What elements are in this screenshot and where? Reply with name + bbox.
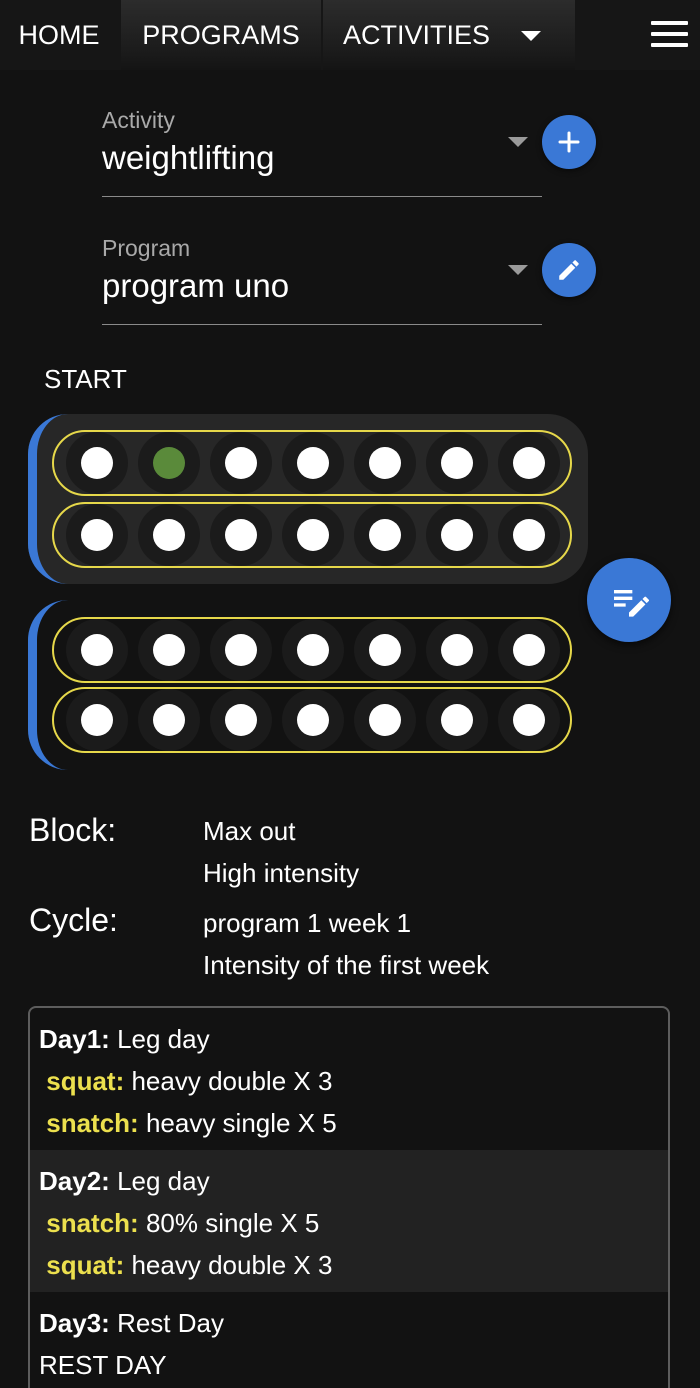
day-dot[interactable] [354,689,416,751]
exercise-name: squat: [46,1250,125,1280]
day-name: Rest Day [117,1308,224,1338]
day-dot[interactable] [282,504,344,566]
day-note: REST DAY [39,1350,167,1380]
day-title: Day3: [39,1308,110,1338]
exercise-name: snatch: [46,1108,139,1138]
day-title: Day1: [39,1024,110,1054]
day-dot[interactable] [210,504,272,566]
program-label: Program [102,235,191,261]
tab-activities-label: ACTIVITIES [343,19,491,50]
day-list: Day1: Leg day squat: heavy double X 3 sn… [28,1006,670,1388]
activity-select[interactable]: Activity weightlifting [102,107,542,197]
day-dot-completed[interactable] [138,432,200,494]
day-dot[interactable] [66,689,128,751]
week-row [52,617,572,683]
program-value: program uno [102,267,290,304]
day-dot[interactable] [66,432,128,494]
day-dot[interactable] [354,432,416,494]
hamburger-menu-icon[interactable] [651,21,688,47]
program-select[interactable]: Program program uno [102,235,542,325]
day-dot[interactable] [498,689,560,751]
cycle-description: Intensity of the first week [203,950,490,980]
exercise-detail: 80% single X 5 [145,1208,320,1238]
day-dot[interactable] [498,504,560,566]
week-row [52,687,572,753]
cycle-label: Cycle: [29,902,118,938]
exercise-name: squat: [46,1066,125,1096]
cycle-name: program 1 week 1 [203,908,412,938]
day-dot[interactable] [210,432,272,494]
day-dot[interactable] [426,432,488,494]
chevron-down-icon[interactable] [521,31,541,41]
block-label: Block: [29,812,117,848]
block-description: High intensity [203,858,360,888]
day-dot[interactable] [282,689,344,751]
tab-programs[interactable]: PROGRAMS [121,0,321,70]
day-dot[interactable] [426,504,488,566]
day-name: Leg day [117,1024,210,1054]
week-row [52,430,572,496]
plus-icon [558,131,580,153]
day-dot[interactable] [138,689,200,751]
day-dot[interactable] [354,504,416,566]
day-dot[interactable] [138,504,200,566]
edit-list-icon [614,590,649,617]
day-dot[interactable] [138,619,200,681]
day-dot[interactable] [210,619,272,681]
day-dot[interactable] [426,689,488,751]
start-label: START [44,364,127,394]
list-item[interactable]: Day1: Leg day squat: heavy double X 3 sn… [30,1008,668,1150]
activity-label: Activity [102,107,175,133]
activity-value: weightlifting [102,139,275,176]
day-dot[interactable] [282,619,344,681]
day-dot[interactable] [426,619,488,681]
day-dot[interactable] [498,432,560,494]
exercise-detail: heavy double X 3 [131,1250,333,1280]
day-name: Leg day [117,1166,210,1196]
day-dot[interactable] [498,619,560,681]
day-dot[interactable] [210,689,272,751]
week-row [52,502,572,568]
chevron-down-icon[interactable] [508,265,528,275]
block-name: Max out [203,816,296,846]
edit-schedule-button[interactable] [587,558,671,642]
tab-activities[interactable]: ACTIVITIES [323,0,575,70]
edit-program-button[interactable] [542,243,596,297]
list-item[interactable]: Day3: Rest Day REST DAY [30,1292,668,1388]
day-dot[interactable] [282,432,344,494]
exercise-name: snatch: [46,1208,139,1238]
day-title: Day2: [39,1166,110,1196]
list-item[interactable]: Day2: Leg day snatch: 80% single X 5 squ… [30,1150,668,1292]
add-activity-button[interactable] [542,115,596,169]
exercise-detail: heavy single X 5 [145,1108,337,1138]
chevron-down-icon[interactable] [508,137,528,147]
day-dot[interactable] [66,504,128,566]
exercise-detail: heavy double X 3 [131,1066,333,1096]
top-nav-bar: HOME PROGRAMS ACTIVITIES [0,0,700,70]
day-dot[interactable] [66,619,128,681]
pencil-icon [559,260,579,280]
day-dot[interactable] [354,619,416,681]
tab-home[interactable]: HOME [0,0,118,70]
